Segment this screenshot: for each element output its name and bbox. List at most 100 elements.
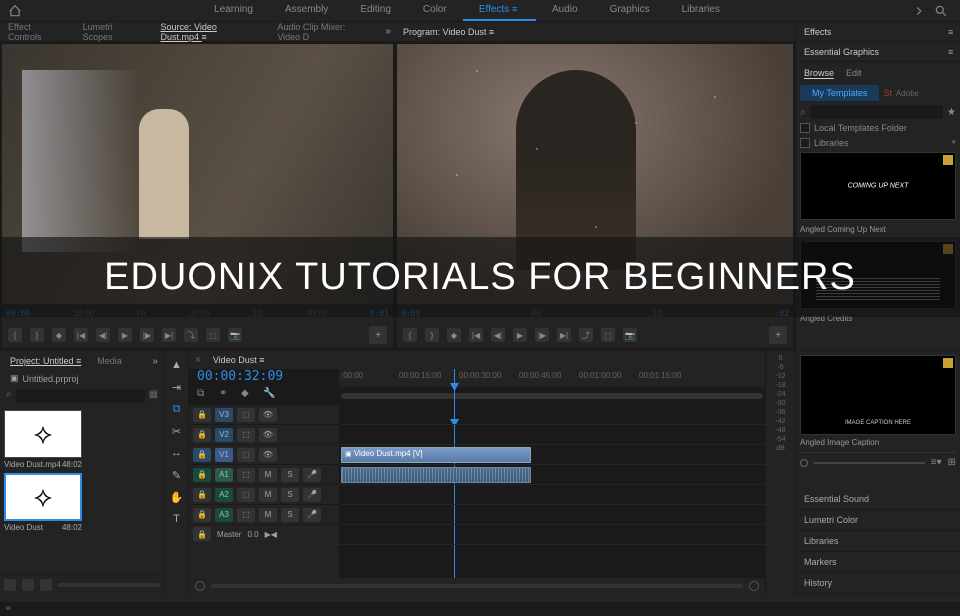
track-header-v3[interactable]: 🔒V3⬚👁: [189, 405, 339, 425]
master-track[interactable]: 🔒Master0.0▶◀: [189, 525, 339, 543]
track-select-tool[interactable]: ⇥: [169, 379, 185, 395]
track-a2[interactable]: [339, 485, 765, 505]
export-frame-button[interactable]: 📷: [228, 328, 242, 342]
panel-tab-source[interactable]: Source: Video Dust.mp4 ≡: [156, 20, 257, 44]
template-item[interactable]: COMING UP NEXT: [800, 152, 956, 220]
play-button[interactable]: ▶: [118, 328, 132, 342]
workspace-tab-audio[interactable]: Audio: [536, 0, 594, 21]
panel-tab-audio-mixer[interactable]: Audio Clip Mixer: Video D: [273, 20, 369, 44]
timeline-zoom-bar[interactable]: [341, 393, 763, 399]
freeform-view-icon[interactable]: [40, 579, 52, 591]
step-back-button[interactable]: ◀|: [96, 328, 110, 342]
goto-out-button[interactable]: ▶|: [557, 328, 571, 342]
goto-out-button[interactable]: ▶|: [162, 328, 176, 342]
track-a1[interactable]: [339, 465, 765, 485]
accordion-libraries[interactable]: Libraries: [796, 531, 960, 552]
workspace-tab-learning[interactable]: Learning: [198, 0, 269, 21]
mark-in-button[interactable]: {: [403, 328, 417, 342]
filter-icon[interactable]: ▦: [149, 389, 158, 403]
track-master[interactable]: [339, 525, 765, 545]
snap-icon[interactable]: ⧉: [197, 388, 209, 400]
bin-item[interactable]: ⟡ Video Dust48:02: [2, 471, 162, 534]
playhead[interactable]: [454, 369, 455, 405]
track-v3[interactable]: [339, 405, 765, 425]
timeline-timecode[interactable]: 00:00:32:09: [189, 369, 339, 384]
button-editor-icon[interactable]: +: [369, 326, 387, 344]
razor-tool[interactable]: ✂: [169, 423, 185, 439]
marker-icon[interactable]: ◆: [241, 388, 253, 400]
workspace-tab-libraries[interactable]: Libraries: [666, 0, 736, 21]
track-a3[interactable]: [339, 505, 765, 525]
more-icon[interactable]: »: [385, 26, 391, 37]
accordion-history[interactable]: History: [796, 573, 960, 594]
more-workspaces-icon[interactable]: [912, 4, 926, 18]
list-view-icon[interactable]: [4, 579, 16, 591]
track-v2[interactable]: [339, 425, 765, 445]
panel-tab-media[interactable]: Media: [93, 354, 126, 368]
thumbnail-size-slider[interactable]: [814, 462, 925, 464]
track-header-a2[interactable]: 🔒A2⬚MS🎤: [189, 485, 339, 505]
timeline-tracks[interactable]: ▣ Video Dust.mp4 [V]: [339, 405, 765, 578]
lift-button[interactable]: ⤴: [579, 328, 593, 342]
bin-item[interactable]: ⟡ Video Dust.mp448:02: [2, 408, 162, 471]
track-header-a1[interactable]: 🔒A1⬚MS🎤: [189, 465, 339, 485]
step-fwd-button[interactable]: |▶: [535, 328, 549, 342]
icon-view-icon[interactable]: [22, 579, 34, 591]
panel-menu-icon[interactable]: ≡: [948, 27, 956, 37]
graphics-browse-tab[interactable]: Browse: [804, 68, 834, 79]
new-folder-icon[interactable]: ⊞: [948, 457, 956, 468]
zoom-out-icon[interactable]: [195, 581, 205, 591]
menu-icon[interactable]: ≡: [489, 27, 497, 37]
ripple-edit-tool[interactable]: ⧉: [169, 401, 185, 417]
panel-tab-project[interactable]: Project: Untitled ≡: [6, 354, 85, 368]
goto-in-button[interactable]: |◀: [469, 328, 483, 342]
panel-menu-icon[interactable]: ≡: [948, 47, 956, 57]
step-fwd-button[interactable]: |▶: [140, 328, 154, 342]
selection-tool[interactable]: ▲: [169, 357, 185, 373]
export-frame-button[interactable]: 📷: [623, 328, 637, 342]
track-v1[interactable]: ▣ Video Dust.mp4 [V]: [339, 445, 765, 465]
slider-knob[interactable]: [800, 459, 808, 467]
panel-tab-effects[interactable]: Effects: [800, 25, 835, 39]
mark-in-button[interactable]: {: [8, 328, 22, 342]
pen-tool[interactable]: ✎: [169, 467, 185, 483]
panel-tab-program[interactable]: Program: Video Dust ≡: [399, 25, 501, 39]
panel-tab-effect-controls[interactable]: Effect Controls: [4, 20, 63, 44]
slip-tool[interactable]: ↔: [169, 445, 185, 461]
project-bin-area[interactable]: ⟡ Video Dust.mp448:02 ⟡ Video Dust48:02: [0, 406, 164, 574]
type-tool[interactable]: T: [169, 511, 185, 527]
zoom-slider[interactable]: [58, 583, 160, 587]
accordion-lumetri-color[interactable]: Lumetri Color: [796, 510, 960, 531]
marker-button[interactable]: ◆: [447, 328, 461, 342]
accordion-essential-sound[interactable]: Essential Sound: [796, 489, 960, 510]
wrench-icon[interactable]: 🔧: [263, 388, 275, 400]
step-back-button[interactable]: ◀|: [491, 328, 505, 342]
track-header-v1[interactable]: 🔒V1⬚👁: [189, 445, 339, 465]
project-search-input[interactable]: [16, 389, 145, 403]
sort-icon[interactable]: ≡▾: [931, 457, 942, 468]
mark-out-button[interactable]: }: [425, 328, 439, 342]
track-header-a3[interactable]: 🔒A3⬚MS🎤: [189, 505, 339, 525]
insert-button[interactable]: ⤵: [184, 328, 198, 342]
timeline-ruler[interactable]: :00:00 00:00:15:00 00:00:30:00 00:00:45:…: [339, 369, 765, 387]
stock-icon[interactable]: St: [883, 88, 892, 98]
workspace-tab-effects[interactable]: Effects ≡: [463, 0, 536, 21]
track-header-v2[interactable]: 🔒V2⬚👁: [189, 425, 339, 445]
accordion-markers[interactable]: Markers: [796, 552, 960, 573]
play-button[interactable]: ▶: [513, 328, 527, 342]
home-icon[interactable]: [8, 4, 22, 18]
panel-tab-lumetri-scopes[interactable]: Lumetri Scopes: [79, 20, 141, 44]
search-icon[interactable]: [934, 4, 952, 18]
workspace-tab-color[interactable]: Color: [407, 0, 463, 21]
libraries-checkbox[interactable]: Libraries ▾: [800, 137, 956, 148]
hand-tool[interactable]: ✋: [169, 489, 185, 505]
more-icon[interactable]: »: [152, 356, 158, 367]
my-templates-button[interactable]: My Templates: [800, 85, 879, 101]
overwrite-button[interactable]: ⬚: [206, 328, 220, 342]
graphics-edit-tab[interactable]: Edit: [846, 68, 862, 79]
graphics-search-input[interactable]: [810, 105, 943, 119]
audio-clip[interactable]: [341, 467, 531, 483]
extract-button[interactable]: ⬚: [601, 328, 615, 342]
workspace-tab-assembly[interactable]: Assembly: [269, 0, 344, 21]
mark-out-button[interactable]: }: [30, 328, 44, 342]
